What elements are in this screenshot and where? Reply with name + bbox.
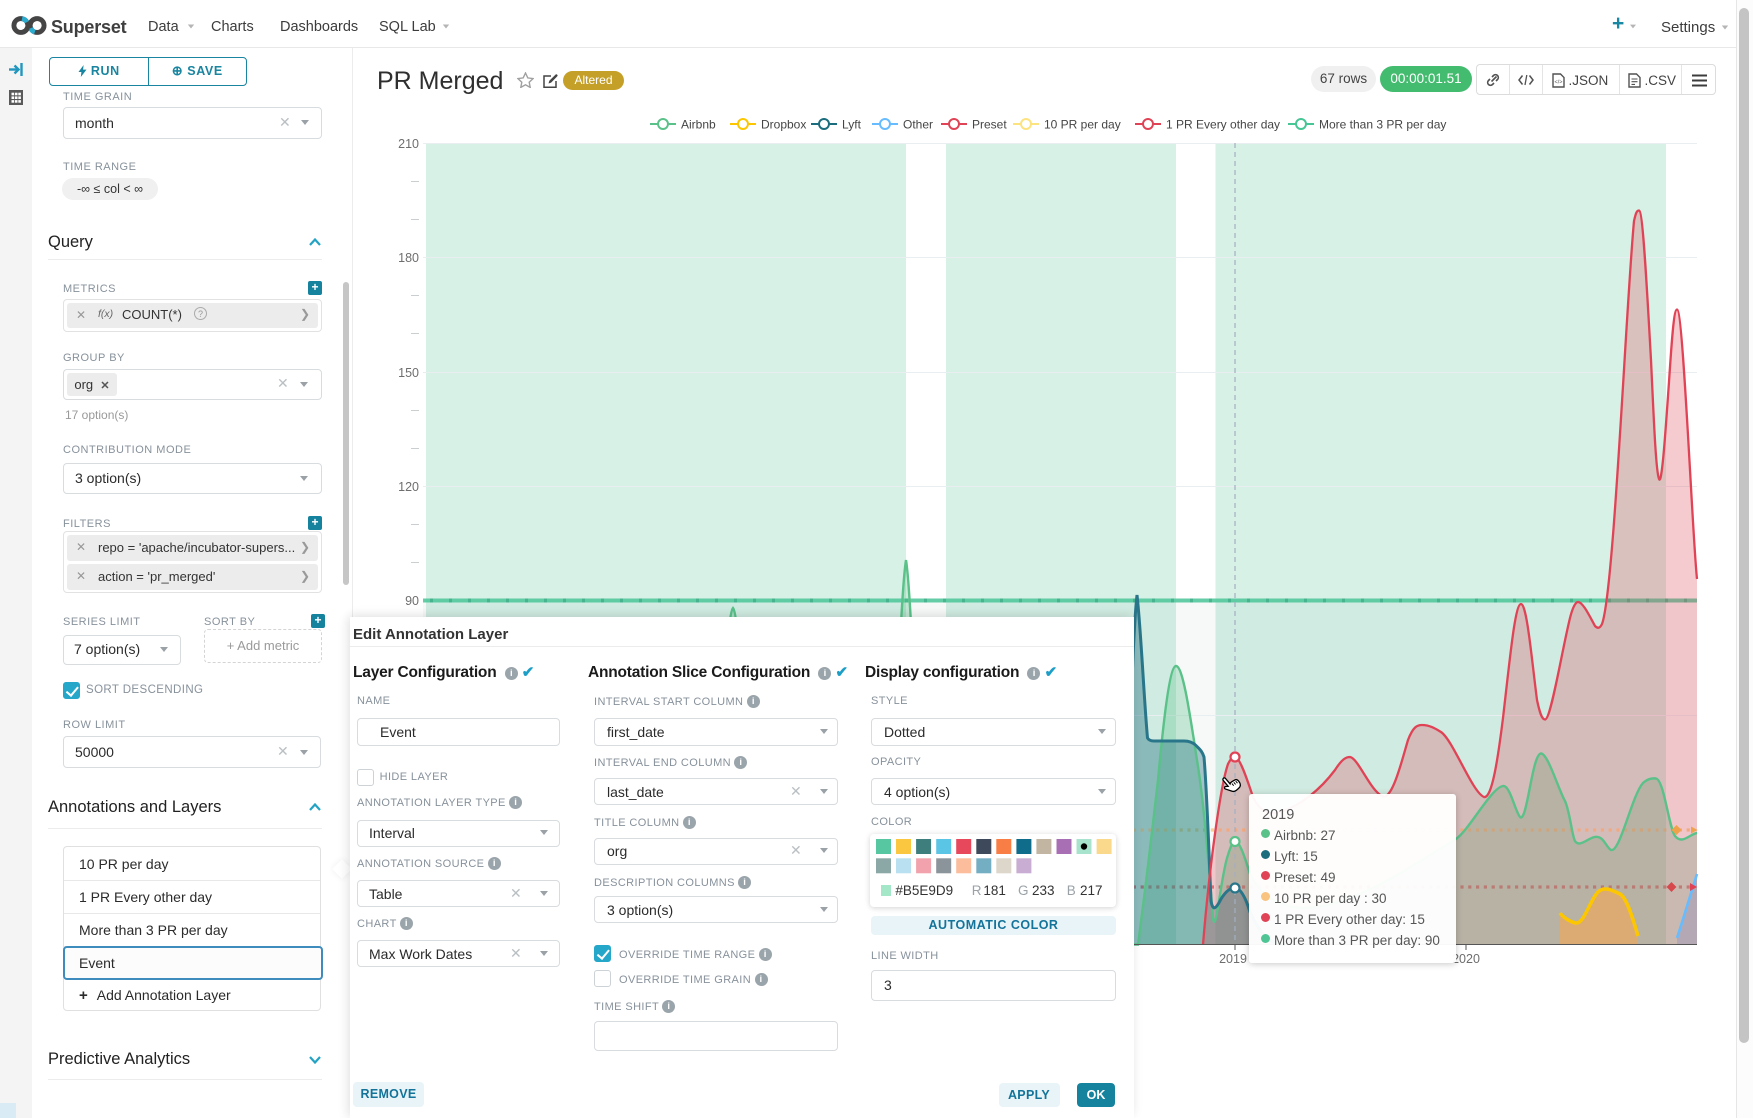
svg-text:2020: 2020 (1452, 952, 1480, 966)
svg-text:120: 120 (398, 480, 419, 494)
svg-text:180: 180 (398, 251, 419, 265)
svg-text:#B5E9D9: #B5E9D9 (895, 883, 953, 898)
svg-text:233: 233 (1032, 883, 1055, 898)
svg-text:210: 210 (398, 137, 419, 151)
svg-text:150: 150 (398, 366, 419, 380)
svg-text:181: 181 (983, 883, 1006, 898)
svg-text:R: R (972, 883, 982, 898)
svg-text:90: 90 (405, 594, 419, 608)
svg-text:2019: 2019 (1219, 952, 1247, 966)
svg-text:G: G (1018, 883, 1029, 898)
svg-text:217: 217 (1080, 883, 1103, 898)
svg-text:B: B (1067, 883, 1076, 898)
